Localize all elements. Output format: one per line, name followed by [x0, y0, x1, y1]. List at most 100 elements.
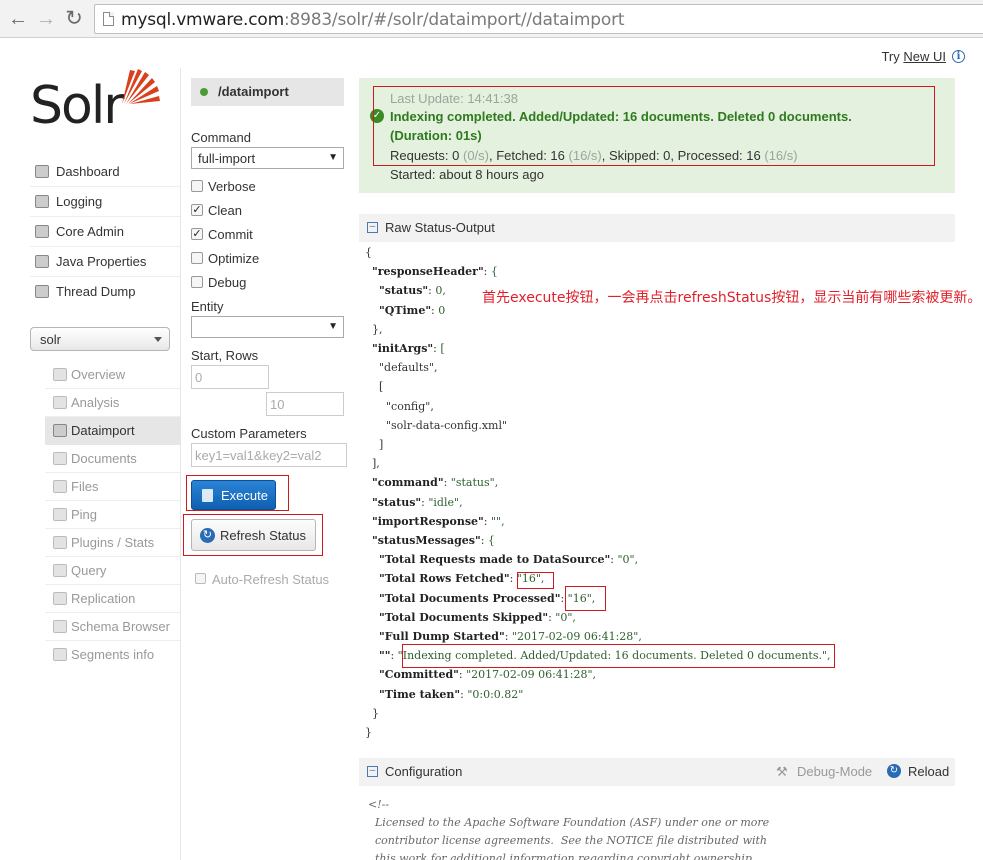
- logo-text: Solr: [30, 76, 125, 136]
- back-arrow-icon[interactable]: ←: [6, 7, 30, 31]
- core-item-overview[interactable]: Overview: [45, 361, 180, 389]
- core-item-replication[interactable]: Replication: [45, 585, 180, 613]
- solr-logo[interactable]: Solr: [30, 68, 170, 136]
- execute-icon: [202, 489, 213, 502]
- highlight-box: [402, 644, 835, 668]
- command-select[interactable]: full-import ▼: [191, 147, 344, 169]
- replication-icon: [53, 592, 67, 605]
- json-line: ],: [365, 457, 380, 471]
- funnel-icon: [53, 396, 67, 409]
- json-line: "solr-data-config.xml": [365, 418, 508, 432]
- core-item-query[interactable]: Query: [45, 557, 180, 585]
- start-rows-label: Start, Rows: [191, 348, 259, 363]
- address-url: mysql.vmware.com:8983/solr/#/solr/dataim…: [121, 10, 625, 30]
- rows-input[interactable]: 10: [266, 392, 344, 416]
- core-item-documents[interactable]: Documents: [45, 445, 180, 473]
- json-line: "QTime": 0: [379, 303, 446, 317]
- core-item-files[interactable]: Files: [45, 473, 180, 501]
- documents-icon: [53, 452, 67, 465]
- try-new-ui: Try New UI: [881, 49, 946, 64]
- address-bar[interactable]: mysql.vmware.com:8983/solr/#/solr/dataim…: [94, 4, 983, 34]
- handler-header: /dataimport: [191, 78, 344, 106]
- ping-icon: [53, 508, 67, 521]
- json-line: "status": 0,: [379, 284, 446, 298]
- json-line: "Committed": "2017-02-09 06:41:28",: [379, 668, 597, 682]
- info-icon[interactable]: i: [952, 50, 965, 63]
- highlight-box: [373, 86, 935, 166]
- json-line: "Total Documents Processed": "16",: [379, 591, 596, 605]
- entity-label: Entity: [191, 299, 224, 314]
- json-line: "config",: [365, 399, 434, 413]
- core-item-dataimport[interactable]: Dataimport: [45, 417, 180, 445]
- core-nav: Overview Analysis Dataimport Documents F…: [45, 361, 180, 669]
- caret-down-icon: ▼: [328, 152, 338, 163]
- reload-page-icon[interactable]: ↻: [62, 7, 86, 31]
- import-status-panel: Last Update: 14:41:38 ✓ Indexing complet…: [359, 78, 955, 193]
- json-line: "statusMessages": {: [372, 534, 495, 547]
- json-line: },: [365, 322, 383, 336]
- json-line: }: [365, 726, 372, 739]
- forward-arrow-icon[interactable]: →: [34, 7, 58, 31]
- dataimport-icon: [53, 424, 67, 437]
- json-line: "Full Dump Started": "2017-02-09 06:41:2…: [379, 630, 642, 643]
- chevron-down-icon: [154, 337, 162, 342]
- refresh-icon: ↻: [887, 764, 901, 778]
- json-line: [: [365, 380, 384, 394]
- home-icon: [53, 368, 67, 381]
- nav-item-java-properties[interactable]: Java Properties: [30, 247, 180, 277]
- command-label: Command: [191, 130, 251, 145]
- core-item-ping[interactable]: Ping: [45, 501, 180, 529]
- json-line: "Total Requests made to DataSource": "0"…: [379, 553, 639, 567]
- logging-icon: [35, 195, 49, 208]
- nav-item-thread-dump[interactable]: Thread Dump: [30, 277, 180, 307]
- sidebar-divider: [180, 68, 181, 860]
- json-line: "Total Documents Skipped": "0",: [379, 610, 576, 624]
- new-ui-link[interactable]: New UI: [903, 49, 946, 64]
- plugins-icon: [53, 536, 67, 549]
- files-icon: [53, 480, 67, 493]
- core-item-schema-browser[interactable]: Schema Browser: [45, 613, 180, 641]
- custom-params-input[interactable]: key1=val1&key2=val2: [191, 443, 347, 467]
- java-properties-icon: [35, 255, 49, 268]
- json-line: "status": "idle",: [372, 495, 463, 509]
- collapse-icon: –: [367, 766, 378, 777]
- magnifier-icon: [53, 564, 67, 577]
- annotation-note: 首先execute按钮，一会再点击refreshStatus按钮，显示当前有哪些…: [482, 290, 982, 306]
- page-icon: [103, 12, 114, 26]
- nav-item-core-admin[interactable]: Core Admin: [30, 217, 180, 247]
- checkmark-icon: ✓: [191, 204, 203, 216]
- highlight-box: [517, 572, 554, 589]
- core-item-plugins-stats[interactable]: Plugins / Stats: [45, 529, 180, 557]
- schema-icon: [53, 620, 67, 633]
- collapse-icon: –: [367, 222, 378, 233]
- core-selector[interactable]: solr: [30, 327, 170, 351]
- json-line: }: [365, 706, 379, 720]
- start-input[interactable]: 0: [191, 365, 269, 389]
- status-started: Started: about 8 hours ago: [390, 167, 544, 182]
- entity-select[interactable]: ▼: [191, 316, 344, 338]
- json-line: "importResponse": "",: [372, 514, 505, 528]
- refresh-status-button[interactable]: ↻ Refresh Status: [191, 519, 316, 551]
- segments-icon: [53, 648, 67, 661]
- thread-dump-icon: [35, 285, 49, 298]
- status-dot-icon: [200, 88, 208, 96]
- json-line: "initArgs": [: [372, 342, 445, 355]
- custom-params-label: Custom Parameters: [191, 426, 307, 441]
- configuration-xml: <!-- Licensed to the Apache Software Fou…: [368, 798, 770, 860]
- core-item-analysis[interactable]: Analysis: [45, 389, 180, 417]
- refresh-icon: ↻: [200, 528, 215, 543]
- checkmark-icon: ✓: [191, 228, 203, 240]
- main-nav: Dashboard Logging Core Admin Java Proper…: [30, 157, 180, 307]
- execute-button[interactable]: Execute: [191, 480, 276, 510]
- solr-sun-icon: [122, 69, 160, 104]
- nav-item-logging[interactable]: Logging: [30, 187, 180, 217]
- json-line: "Time taken": "0:0:0.82": [379, 687, 524, 701]
- nav-item-dashboard[interactable]: Dashboard: [30, 157, 180, 187]
- core-item-segments-info[interactable]: Segments info: [45, 641, 180, 669]
- raw-status-header[interactable]: – Raw Status-Output: [359, 214, 955, 242]
- dashboard-icon: [35, 165, 49, 178]
- json-line: "responseHeader": {: [372, 265, 498, 279]
- wrench-icon: ⚒: [776, 764, 788, 779]
- core-admin-icon: [35, 225, 49, 238]
- json-line: ]: [365, 438, 384, 451]
